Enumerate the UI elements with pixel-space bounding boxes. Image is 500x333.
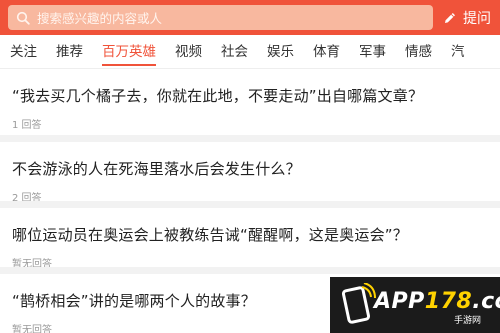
search-box[interactable]: 搜索感兴趣的内容或人 (8, 5, 433, 30)
ask-button[interactable]: 提问 (443, 0, 491, 35)
tab-auto[interactable]: 汽 (451, 35, 465, 68)
question-title[interactable]: “我去买几个橘子去，你就在此地，不要走动”出自哪篇文章？ (12, 85, 500, 106)
tab-video[interactable]: 视频 (175, 35, 202, 68)
question-title[interactable]: 不会游泳的人在死海里落水后会发生什么？ (12, 158, 500, 179)
tab-recommend[interactable]: 推荐 (56, 35, 83, 68)
watermark-suffix: .com (472, 289, 500, 314)
tab-million-hero[interactable]: 百万英雄 (102, 35, 156, 68)
search-placeholder: 搜索感兴趣的内容或人 (37, 11, 163, 26)
question-item[interactable]: 不会游泳的人在死海里落水后会发生什么？ 2 回答 (0, 135, 500, 204)
watermark-subtitle: 手游网 (454, 316, 482, 326)
tab-military[interactable]: 军事 (359, 35, 386, 68)
search-icon (16, 11, 30, 25)
question-title[interactable]: 哪位运动员在奥运会上被教练告诫“醒醒啊，这是奥运会”？ (12, 224, 500, 245)
top-bar: 搜索感兴趣的内容或人 提问 (0, 0, 500, 35)
question-item[interactable]: 哪位运动员在奥运会上被教练告诫“醒醒啊，这是奥运会”？ 暂无回答 (0, 201, 500, 270)
tab-society[interactable]: 社会 (221, 35, 248, 68)
answer-count: 1 回答 (12, 120, 42, 131)
tab-emotion[interactable]: 情感 (405, 35, 432, 68)
tab-entertainment[interactable]: 娱乐 (267, 35, 294, 68)
pen-icon (445, 12, 455, 23)
channel-tabs: 关注 推荐 百万英雄 视频 社会 娱乐 体育 军事 情感 汽 (0, 35, 500, 69)
ask-label: 提问 (463, 10, 491, 27)
phone-logo-icon (341, 283, 376, 324)
tab-follow[interactable]: 关注 (10, 35, 37, 68)
site-watermark: APP178.com 手游网 (330, 277, 500, 333)
watermark-number: 178 (424, 289, 473, 314)
tab-sports[interactable]: 体育 (313, 35, 340, 68)
watermark-brand: APP178.com (374, 289, 500, 314)
question-item[interactable]: “我去买几个橘子去，你就在此地，不要走动”出自哪篇文章？ 1 回答 (0, 69, 500, 135)
watermark-prefix: APP (374, 289, 425, 314)
